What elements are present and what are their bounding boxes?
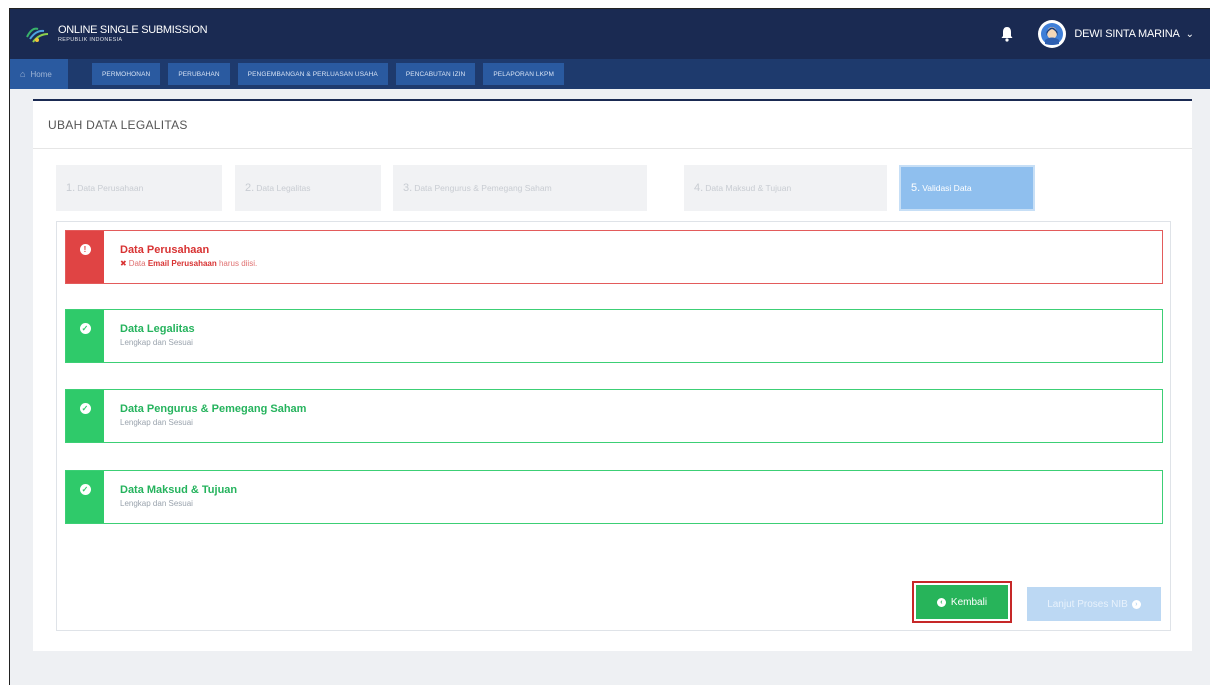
main-card: UBAH DATA LEGALITAS 1. Data Perusahaan 2… bbox=[33, 99, 1192, 651]
step-label: Data Maksud & Tujuan bbox=[705, 183, 792, 193]
nav-home[interactable]: ⌂ Home bbox=[10, 59, 68, 89]
result-subtitle: Lengkap dan Sesuai bbox=[120, 499, 193, 508]
result-data-pengurus: ✓ Data Pengurus & Pemegang Saham Lengkap… bbox=[65, 389, 1163, 443]
nav-perubahan[interactable]: PERUBAHAN bbox=[168, 63, 230, 85]
oss-logo-icon bbox=[24, 21, 50, 47]
result-error-message: ✖ Data Email Perusahaan harus diisi. bbox=[120, 259, 258, 268]
close-icon: ✖ bbox=[120, 259, 127, 268]
check-icon: ✓ bbox=[79, 323, 91, 334]
error-icon: ! bbox=[79, 244, 91, 255]
bell-icon[interactable] bbox=[998, 25, 1016, 43]
nav-home-label: Home bbox=[30, 69, 52, 79]
brand[interactable]: ONLINE SINGLE SUBMISSION REPUBLIK INDONE… bbox=[24, 21, 208, 47]
result-title: Data Pengurus & Pemegang Saham bbox=[120, 403, 307, 415]
main-nav: ⌂ Home PERMOHONAN PERUBAHAN PENGEMBANGAN… bbox=[10, 59, 1210, 89]
arrow-right-icon: › bbox=[1131, 599, 1141, 609]
result-subtitle: Lengkap dan Sesuai bbox=[120, 338, 193, 347]
result-data-maksud: ✓ Data Maksud & Tujuan Lengkap dan Sesua… bbox=[65, 470, 1163, 524]
step-label: Validasi Data bbox=[922, 183, 972, 193]
result-subtitle: Lengkap dan Sesuai bbox=[120, 418, 193, 427]
avatar[interactable] bbox=[1038, 20, 1067, 48]
step-number: 5. bbox=[911, 182, 921, 194]
brand-subtitle: REPUBLIK INDONESIA bbox=[58, 36, 123, 43]
validation-results: ! Data Perusahaan ✖ Data Email Perusahaan… bbox=[56, 221, 1171, 631]
nav-pelaporan-lkpm[interactable]: PELAPORAN LKPM bbox=[483, 63, 565, 85]
check-icon: ✓ bbox=[79, 403, 91, 414]
back-button-highlight: ‹ Kembali bbox=[912, 581, 1012, 623]
step-4[interactable]: 4. Data Maksud & Tujuan bbox=[684, 165, 887, 211]
step-2[interactable]: 2. Data Legalitas bbox=[235, 165, 381, 211]
step-number: 1. bbox=[66, 182, 76, 194]
back-button-label: Kembali bbox=[950, 596, 988, 608]
result-title: Data Perusahaan bbox=[120, 244, 210, 256]
step-number: 2. bbox=[245, 182, 255, 194]
next-button[interactable]: Lanjut Proses NIB › bbox=[1027, 587, 1161, 621]
app-frame: ONLINE SINGLE SUBMISSION REPUBLIK INDONE… bbox=[9, 8, 1210, 685]
result-title: Data Legalitas bbox=[120, 323, 195, 335]
next-button-label: Lanjut Proses NIB bbox=[1047, 598, 1128, 610]
result-data-perusahaan: ! Data Perusahaan ✖ Data Email Perusahaan… bbox=[65, 230, 1163, 284]
step-label: Data Pengurus & Pemegang Saham bbox=[414, 183, 552, 193]
result-title: Data Maksud & Tujuan bbox=[120, 484, 238, 496]
step-number: 4. bbox=[694, 182, 704, 194]
brand-title: ONLINE SINGLE SUBMISSION bbox=[58, 23, 208, 36]
step-label: Data Legalitas bbox=[256, 183, 311, 193]
check-icon: ✓ bbox=[79, 484, 91, 495]
chevron-down-icon[interactable]: ⌄ bbox=[1186, 29, 1194, 40]
step-5[interactable]: 5. Validasi Data bbox=[899, 165, 1035, 211]
page-title: UBAH DATA LEGALITAS bbox=[33, 101, 1192, 149]
top-bar: ONLINE SINGLE SUBMISSION REPUBLIK INDONE… bbox=[10, 9, 1210, 59]
user-name[interactable]: DEWI SINTA MARINA bbox=[1074, 28, 1179, 40]
nav-pencabutan-izin[interactable]: PENCABUTAN IZIN bbox=[395, 63, 476, 85]
result-data-legalitas: ✓ Data Legalitas Lengkap dan Sesuai bbox=[65, 309, 1163, 363]
step-label: Data Perusahaan bbox=[77, 183, 144, 193]
step-number: 3. bbox=[403, 182, 413, 194]
back-button[interactable]: ‹ Kembali bbox=[916, 585, 1008, 619]
nav-permohonan[interactable]: PERMOHONAN bbox=[92, 63, 161, 85]
arrow-left-icon: ‹ bbox=[936, 597, 946, 607]
nav-pengembangan[interactable]: PENGEMBANGAN & PERLUASAN USAHA bbox=[237, 63, 388, 85]
wizard-steps: 1. Data Perusahaan 2. Data Legalitas 3. … bbox=[33, 165, 1192, 213]
step-1[interactable]: 1. Data Perusahaan bbox=[56, 165, 222, 211]
step-3[interactable]: 3. Data Pengurus & Pemegang Saham bbox=[393, 165, 647, 211]
home-icon: ⌂ bbox=[20, 69, 26, 79]
